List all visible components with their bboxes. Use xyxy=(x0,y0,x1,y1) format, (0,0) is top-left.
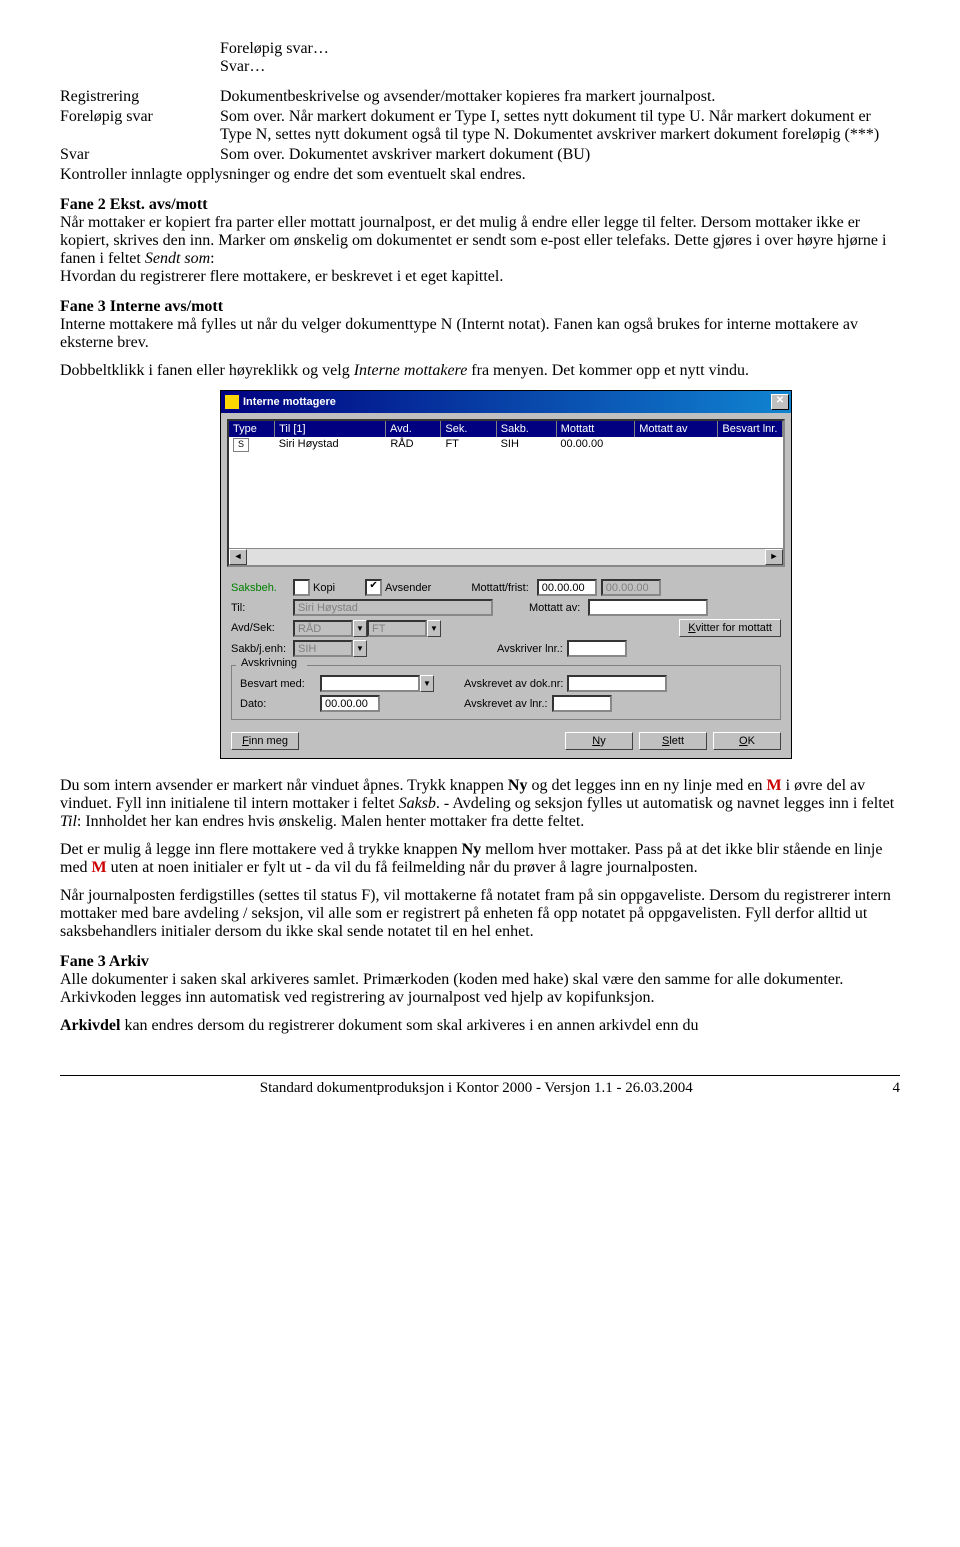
label-saksbeh: Saksbeh. xyxy=(231,582,293,594)
label-avdsek: Avd/Sek: xyxy=(231,622,293,634)
button-slett[interactable]: Slett xyxy=(639,732,707,750)
intro-item: Foreløpig svar… xyxy=(220,40,900,58)
label-avskrevet-doknr: Avskrevet av dok.nr: xyxy=(464,678,563,690)
list-header: Type Til [1] Avd. Sek. Sakb. Mottatt Mot… xyxy=(229,421,783,437)
page-number: 4 xyxy=(893,1080,901,1097)
label-avskriver-lnr: Avskriver lnr.: xyxy=(497,643,563,655)
close-icon[interactable]: ✕ xyxy=(771,394,789,410)
input-til: Siri Høystad xyxy=(293,599,493,616)
input-avskrevet-lnr[interactable] xyxy=(552,695,612,712)
def-desc: Som over. Dokumentet avskriver markert d… xyxy=(220,146,900,164)
body-paragraph: Alle dokumenter i saken skal arkiveres s… xyxy=(60,971,900,1007)
label-avskrevet-lnr: Avskrevet av lnr.: xyxy=(464,698,548,710)
def-desc: Dokumentbeskrivelse og avsender/mottaker… xyxy=(220,88,900,106)
button-finn-meg[interactable]: Finn meg xyxy=(231,732,299,750)
heading-fane2: Fane 2 Ekst. avs/mott xyxy=(60,196,900,214)
chevron-down-icon[interactable]: ▼ xyxy=(427,620,441,637)
titlebar[interactable]: Interne mottagere ✕ xyxy=(221,391,791,413)
chevron-down-icon[interactable]: ▼ xyxy=(420,675,434,692)
label-kopi: Kopi xyxy=(313,582,335,594)
scrollbar-horizontal[interactable]: ◄ ► xyxy=(229,548,783,565)
label-besvart-med: Besvart med: xyxy=(240,678,320,690)
group-avskrivning: Avskrivning Besvart med: ▼ Avskrevet av … xyxy=(231,665,781,720)
body-paragraph: Når mottaker er kopiert fra parter eller… xyxy=(60,214,900,286)
intro-item: Svar… xyxy=(220,58,900,76)
input-sek: FT xyxy=(367,620,427,637)
body-paragraph: Interne mottakere må fylles ut når du ve… xyxy=(60,316,900,352)
window-icon xyxy=(225,395,239,409)
input-mottatt-av[interactable] xyxy=(588,599,708,616)
checkbox-kopi[interactable] xyxy=(293,579,310,596)
input-mottatt[interactable]: 00.00.00 xyxy=(537,579,597,596)
heading-fane3-interne: Fane 3 Interne avs/mott xyxy=(60,298,900,316)
def-term: Svar xyxy=(60,146,220,164)
heading-fane3-arkiv: Fane 3 Arkiv xyxy=(60,953,900,971)
body-paragraph: Kontroller innlagte opplysninger og endr… xyxy=(60,166,900,184)
checkbox-avsender[interactable]: ✔ xyxy=(365,579,382,596)
label-dato: Dato: xyxy=(240,698,320,710)
input-dato[interactable]: 00.00.00 xyxy=(320,695,380,712)
label-til: Til: xyxy=(231,602,293,614)
table-row[interactable]: S Siri Høystad RÅD FT SIH 00.00.00 xyxy=(229,437,783,453)
input-avskrevet-doknr[interactable] xyxy=(567,675,667,692)
recipient-list[interactable]: Type Til [1] Avd. Sek. Sakb. Mottatt Mot… xyxy=(227,419,785,567)
input-frist: 00.00.00 xyxy=(601,579,661,596)
def-desc: Som over. Når markert dokument er Type I… xyxy=(220,108,900,144)
button-ny[interactable]: Ny xyxy=(565,732,633,750)
label-sakbjenh: Sakb/j.enh: xyxy=(231,643,293,655)
body-paragraph: Når journalposten ferdigstilles (settes … xyxy=(60,887,900,941)
label-mottatt-av: Mottatt av: xyxy=(529,602,580,614)
button-kvitter[interactable]: Kvitter for mottatt xyxy=(679,619,781,637)
def-term: Foreløpig svar xyxy=(60,108,220,144)
window-title: Interne mottagere xyxy=(243,396,771,408)
input-sakbjenh: SIH xyxy=(293,640,353,657)
scroll-left-icon[interactable]: ◄ xyxy=(229,549,247,565)
chevron-down-icon[interactable]: ▼ xyxy=(353,640,367,657)
body-paragraph: Det er mulig å legge inn flere mottakere… xyxy=(60,841,900,877)
scroll-right-icon[interactable]: ► xyxy=(765,549,783,565)
dialog-interne-mottagere: Interne mottagere ✕ Type Til [1] Avd. Se… xyxy=(220,390,792,759)
body-paragraph: Arkivdel kan endres dersom du registrere… xyxy=(60,1017,900,1035)
chevron-down-icon[interactable]: ▼ xyxy=(353,620,367,637)
label-mottatt-frist: Mottatt/frist: xyxy=(471,582,528,594)
input-avd: RÅD xyxy=(293,620,353,637)
body-paragraph: Dobbeltklikk i fanen eller høyreklikk og… xyxy=(60,362,900,380)
def-term: Registrering xyxy=(60,88,220,106)
label-avsender: Avsender xyxy=(385,582,431,594)
input-besvart-med[interactable] xyxy=(320,675,420,692)
page-footer: Standard dokumentproduksjon i Kontor 200… xyxy=(60,1075,900,1097)
body-paragraph: Du som intern avsender er markert når vi… xyxy=(60,777,900,831)
button-ok[interactable]: OK xyxy=(713,732,781,750)
input-avskriver-lnr[interactable] xyxy=(567,640,627,657)
